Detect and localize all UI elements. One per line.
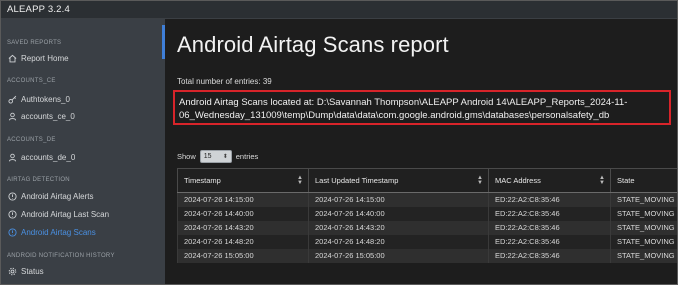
cell-last-updated: 2024-07-26 15:05:00 [308, 248, 489, 263]
sidebar-item-label: accounts_ce_0 [21, 111, 75, 121]
sidebar: SAVED REPORTS Report Home ACCOUNTS_CE Au… [1, 19, 165, 284]
alert-icon [7, 209, 17, 219]
sidebar-item-label: Status [21, 266, 44, 276]
cell-state: STATE_MOVING [610, 192, 677, 207]
gear-icon [7, 266, 17, 276]
entries-length-control: Show 15 ⬍ entries [177, 150, 258, 163]
column-header-timestamp[interactable]: Timestamp ▲ ▼ [177, 168, 309, 193]
alert-icon [7, 227, 17, 237]
sidebar-item-airtag-alerts[interactable]: Android Airtag Alerts [7, 190, 93, 202]
alert-icon [7, 191, 17, 201]
column-header-last-updated[interactable]: Last Updated Timestamp ▲ ▼ [308, 168, 489, 193]
show-label: Show [177, 152, 196, 161]
table-row[interactable]: 2024-07-26 14:43:20 2024-07-26 14:43:20 … [177, 220, 677, 235]
entries-select-value: 15 [203, 153, 212, 160]
cell-state: STATE_MOVING [610, 248, 677, 263]
column-header-state[interactable]: State [610, 168, 677, 193]
cell-last-updated: 2024-07-26 14:43:20 [308, 220, 489, 235]
cell-last-updated: 2024-07-26 14:48:20 [308, 234, 489, 249]
total-entries: Total number of entries: 39 [177, 77, 272, 86]
location-highlight-box: Android Airtag Scans located at: D:\Sava… [173, 90, 671, 125]
cell-mac-address: ED:22:A2:C8:35:46 [488, 220, 611, 235]
sidebar-heading-notification-history: ANDROID NOTIFICATION HISTORY [7, 253, 115, 259]
sidebar-heading-accounts-ce: ACCOUNTS_CE [7, 78, 56, 84]
sidebar-item-label: Android Airtag Last Scan [21, 209, 110, 219]
app-window: ALEAPP 3.2.4 SAVED REPORTS Report Home A… [0, 0, 678, 285]
scans-table: Timestamp ▲ ▼ Last Updated Timestamp ▲ ▼ M… [177, 168, 677, 263]
table-row[interactable]: 2024-07-26 14:48:20 2024-07-26 14:48:20 … [177, 234, 677, 249]
key-icon [7, 94, 17, 104]
cell-mac-address: ED:22:A2:C8:35:46 [488, 192, 611, 207]
sort-icon: ▲ ▼ [599, 175, 605, 186]
sidebar-item-report-home[interactable]: Report Home [7, 52, 69, 64]
cell-timestamp: 2024-07-26 15:05:00 [177, 248, 309, 263]
table-header-row: Timestamp ▲ ▼ Last Updated Timestamp ▲ ▼ M… [177, 168, 677, 193]
column-header-mac-address[interactable]: MAC Address ▲ ▼ [488, 168, 611, 193]
sidebar-item-status[interactable]: Status [7, 265, 44, 277]
sidebar-item-label: accounts_de_0 [21, 152, 76, 162]
user-icon [7, 152, 17, 162]
page-title: Android Airtag Scans report [177, 32, 449, 57]
cell-timestamp: 2024-07-26 14:43:20 [177, 220, 309, 235]
app-brand[interactable]: ALEAPP 3.2.4 [7, 4, 70, 15]
top-navbar: ALEAPP 3.2.4 [1, 1, 677, 19]
entries-select[interactable]: 15 ⬍ [199, 150, 232, 163]
cell-state: STATE_MOVING [610, 206, 677, 221]
sidebar-heading-saved-reports: SAVED REPORTS [7, 40, 62, 46]
table-row[interactable]: 2024-07-26 14:15:00 2024-07-26 14:15:00 … [177, 192, 677, 207]
entries-label: entries [235, 152, 259, 161]
main-content: Android Airtag Scans report Total number… [165, 19, 677, 284]
sidebar-item-airtag-last-scan[interactable]: Android Airtag Last Scan [7, 208, 109, 220]
cell-mac-address: ED:22:A2:C8:35:46 [488, 248, 611, 263]
cell-state: STATE_MOVING [610, 234, 677, 249]
sidebar-item-airtag-scans[interactable]: Android Airtag Scans [7, 226, 96, 238]
user-icon [7, 111, 17, 121]
cell-timestamp: 2024-07-26 14:48:20 [177, 234, 309, 249]
sidebar-item-accounts-ce-0[interactable]: accounts_ce_0 [7, 110, 75, 122]
sidebar-item-accounts-de-0[interactable]: accounts_de_0 [7, 151, 75, 163]
home-icon [7, 53, 17, 63]
table-row[interactable]: 2024-07-26 14:40:00 2024-07-26 14:40:00 … [177, 206, 677, 221]
cell-timestamp: 2024-07-26 14:40:00 [177, 206, 309, 221]
cell-last-updated: 2024-07-26 14:40:00 [308, 206, 489, 221]
sort-icon: ▲ ▼ [477, 175, 483, 186]
sidebar-item-authtokens[interactable]: Authtokens_0 [7, 93, 70, 105]
sidebar-item-label: Authtokens_0 [21, 94, 70, 104]
chevron-updown-icon: ⬍ [222, 154, 228, 160]
table-row[interactable]: 2024-07-26 15:05:00 2024-07-26 15:05:00 … [177, 248, 677, 263]
cell-mac-address: ED:22:A2:C8:35:46 [488, 234, 611, 249]
cell-mac-address: ED:22:A2:C8:35:46 [488, 206, 611, 221]
sidebar-heading-airtag-detection: AIRTAG DETECTION [7, 177, 70, 183]
sidebar-item-label: Android Airtag Alerts [21, 191, 94, 201]
sidebar-heading-accounts-de: ACCOUNTS_DE [7, 137, 56, 143]
file-location: Android Airtag Scans located at: D:\Sava… [179, 97, 628, 121]
cell-last-updated: 2024-07-26 14:15:00 [308, 192, 489, 207]
sidebar-item-label: Report Home [21, 53, 69, 63]
cell-state: STATE_MOVING [610, 220, 677, 235]
sidebar-item-label: Android Airtag Scans [21, 227, 96, 237]
sort-icon: ▲ ▼ [297, 175, 303, 186]
cell-timestamp: 2024-07-26 14:15:00 [177, 192, 309, 207]
